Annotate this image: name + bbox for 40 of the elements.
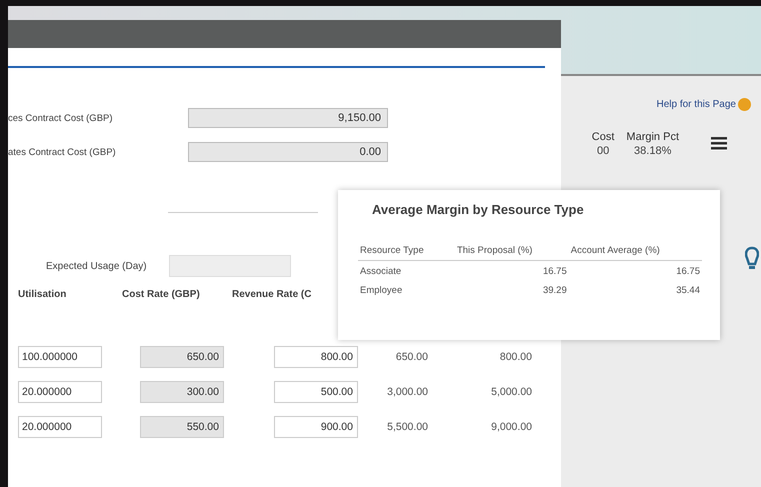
input-field[interactable]: 550.00 — [140, 416, 224, 438]
column-header: Cost Rate (GBP) — [122, 289, 201, 300]
field-label: ces Contract Cost (GBP) — [8, 112, 114, 124]
column-header: Cost — [592, 131, 614, 143]
input-field[interactable]: 20.000000 — [18, 416, 102, 438]
input-field[interactable]: 800.00 — [274, 346, 358, 368]
summary-value: 38.18% — [634, 145, 672, 157]
column-header: Revenue Rate (C — [232, 289, 312, 300]
column-header: Account Average (%) — [568, 243, 702, 260]
table-cell-text: 650.00 — [394, 351, 428, 363]
input-field[interactable]: 20.000000 — [18, 381, 102, 403]
column-header: Margin Pct — [626, 131, 679, 143]
table-cell-text: 5,500.00 — [386, 421, 428, 433]
input-field[interactable]: 0.00 — [188, 142, 388, 162]
table-cell: 16.75 — [454, 260, 569, 280]
table-cell-text: Employee — [359, 284, 404, 298]
input-field[interactable]: 9,150.00 — [188, 108, 388, 128]
table-cell-text: 9,000.00 — [490, 421, 532, 433]
column-header: Resource Type — [358, 243, 455, 260]
input-field[interactable]: 100.000000 — [18, 346, 102, 368]
table-cell-text: 3,000.00 — [386, 386, 428, 398]
summary-value: 00 — [596, 145, 610, 157]
table-cell: Associate — [358, 260, 455, 280]
input-field[interactable] — [168, 255, 291, 277]
field-label: ates Contract Cost (GBP) — [8, 146, 117, 158]
table-cell: 16.75 — [568, 260, 702, 280]
column-header: This Proposal (%) — [454, 243, 569, 260]
field-label: Expected Usage (Day) — [46, 260, 147, 272]
input-field[interactable]: 900.00 — [274, 416, 358, 438]
table-cell-text: 800.00 — [498, 351, 532, 363]
input-field[interactable]: 500.00 — [274, 381, 358, 403]
menu-icon[interactable] — [711, 137, 727, 150]
input-field[interactable]: 300.00 — [140, 381, 224, 403]
column-header: Utilisation — [17, 289, 68, 300]
popup-title: Average Margin by Resource Type — [371, 201, 585, 217]
table-cell-text: 35.44 — [675, 284, 701, 298]
help-link[interactable]: Help for this Page — [656, 99, 736, 110]
table-cell-text: 39.29 — [542, 284, 568, 298]
input-field[interactable]: 650.00 — [140, 346, 224, 368]
table-cell-text: 5,000.00 — [490, 386, 532, 398]
